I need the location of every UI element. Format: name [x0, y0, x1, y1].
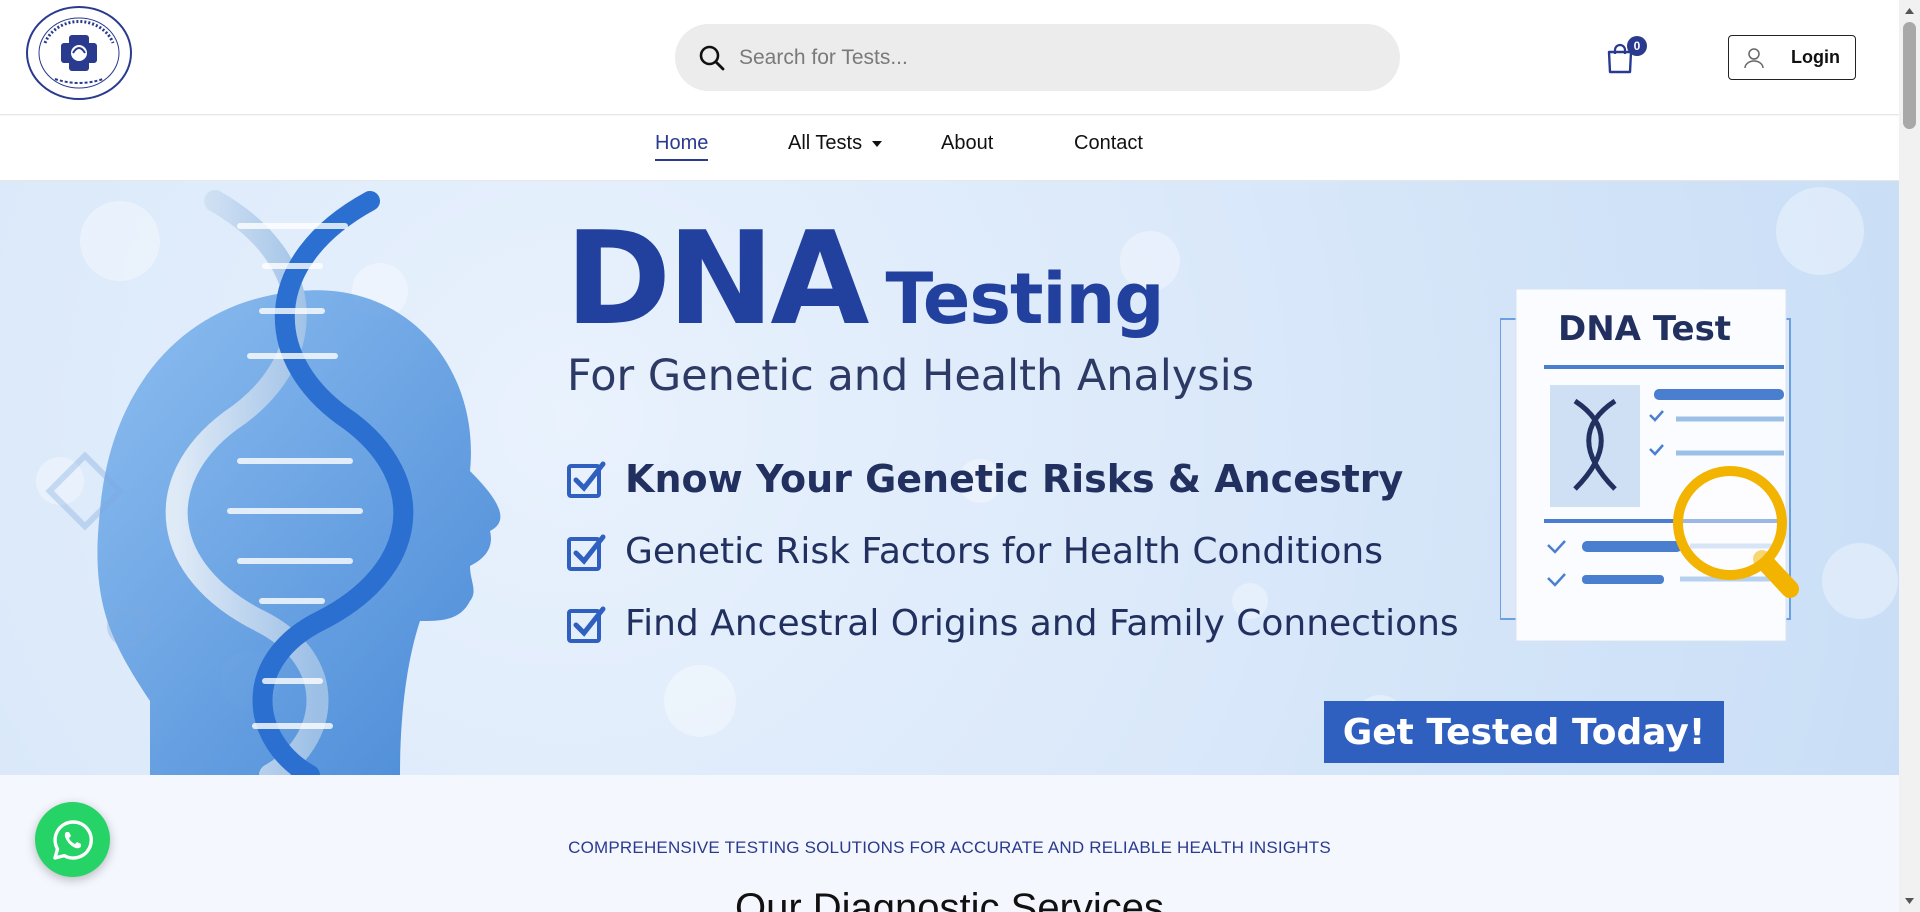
banner-bullet: Genetic Risk Factors for Health Conditio… — [567, 531, 1383, 572]
scroll-up-arrow-icon[interactable] — [1904, 6, 1915, 16]
dna-report-illustration: DNA Test — [1499, 288, 1800, 645]
scrollbar-thumb[interactable] — [1903, 22, 1916, 129]
bullet-text: Genetic Risk Factors for Health Conditio… — [625, 531, 1383, 572]
whatsapp-chat-button[interactable] — [35, 802, 110, 877]
checkbox-icon — [567, 461, 606, 498]
search-input[interactable] — [739, 45, 1339, 70]
card-title: DNA Test — [1558, 309, 1732, 349]
banner-bullet: Know Your Genetic Risks & Ancestry — [567, 457, 1403, 501]
nav-item-contact[interactable]: Contact — [1074, 132, 1143, 155]
search-bar[interactable] — [675, 24, 1400, 91]
page-scrollbar[interactable] — [1899, 0, 1920, 912]
headline-testing: Testing — [885, 258, 1164, 340]
main-nav: Home All Tests About Contact — [0, 116, 1899, 181]
search-icon — [699, 45, 725, 70]
section-title: Our Diagnostic Services — [734, 886, 1165, 912]
whatsapp-icon — [52, 819, 93, 860]
scroll-down-arrow-icon[interactable] — [1904, 896, 1915, 906]
bullet-text: Find Ancestral Origins and Family Connec… — [625, 603, 1459, 644]
cart-button[interactable]: 0 — [1605, 36, 1649, 76]
nav-item-home[interactable]: Home — [655, 132, 709, 161]
site-header: 0 Login — [0, 0, 1899, 115]
nav-item-all-tests[interactable]: All Tests — [788, 132, 862, 155]
dna-head-illustration — [45, 190, 501, 775]
banner-subhead: For Genetic and Health Analysis — [567, 351, 1255, 401]
login-button[interactable]: Login — [1728, 35, 1856, 80]
banner-headline: DNA Testing — [565, 205, 1164, 354]
caret-down-icon[interactable] — [871, 139, 883, 149]
checkbox-icon — [567, 534, 606, 571]
section-tagline: COMPREHENSIVE TESTING SOLUTIONS FOR ACCU… — [568, 838, 1331, 857]
banner-bullet: Find Ancestral Origins and Family Connec… — [567, 603, 1459, 644]
brand-logo[interactable] — [25, 5, 133, 102]
login-label: Login — [1791, 47, 1840, 67]
headline-dna: DNA — [565, 205, 869, 354]
get-tested-button[interactable]: Get Tested Today! — [1324, 701, 1724, 763]
bullet-text: Know Your Genetic Risks & Ancestry — [625, 457, 1404, 501]
nav-item-about[interactable]: About — [941, 132, 993, 155]
cart-count-badge: 0 — [1627, 36, 1647, 56]
user-icon — [1744, 47, 1764, 68]
hero-banner[interactable]: DNA Testing For Genetic and Health Analys… — [0, 181, 1899, 775]
checkbox-icon — [567, 606, 606, 643]
